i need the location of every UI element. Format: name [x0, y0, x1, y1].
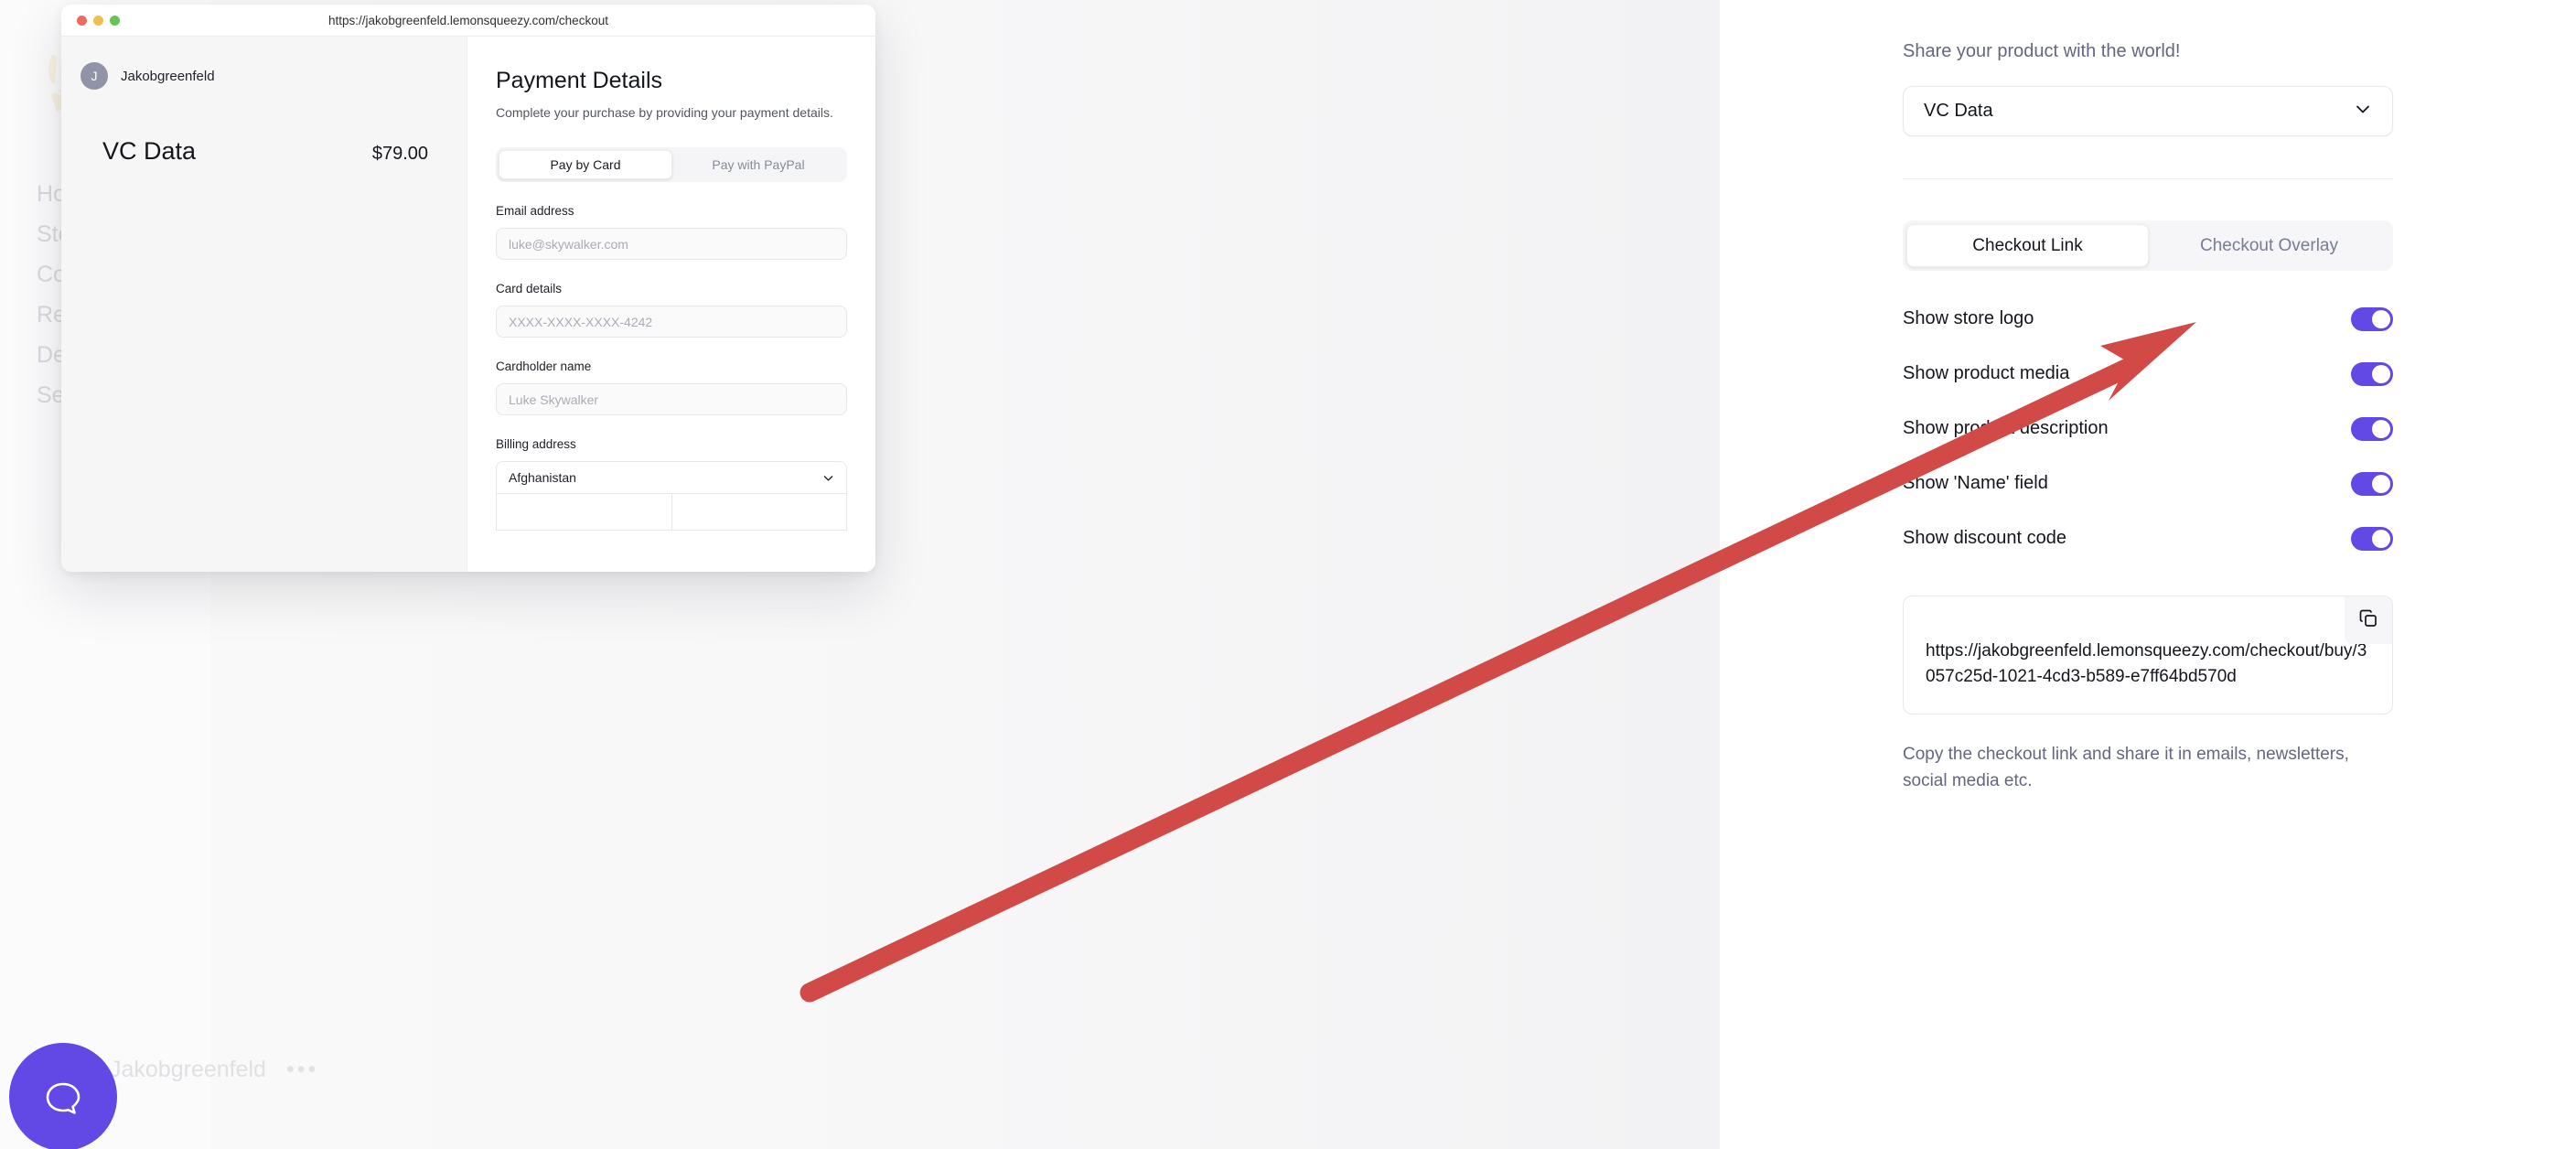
account-more-icon[interactable]: ••• [286, 1057, 318, 1083]
card-details-field-group: Card details XXXX-XXXX-XXXX-4242 [496, 282, 847, 338]
checkout-preview-window: https://jakobgreenfeld.lemonsqueezy.com/… [61, 5, 875, 572]
toggle-show-name-field[interactable] [2351, 471, 2393, 496]
tab-checkout-overlay[interactable]: Checkout Overlay [2149, 224, 2389, 267]
tab-checkout-link[interactable]: Checkout Link [1906, 224, 2149, 267]
share-mode-tabs: Checkout Link Checkout Overlay [1903, 220, 2393, 271]
page-subtitle: Complete your purchase by providing your… [496, 105, 833, 120]
product-name: VC Data [102, 137, 197, 165]
toggle-show-product-description[interactable] [2351, 416, 2393, 441]
card-details-label: Card details [496, 282, 563, 295]
payment-method-tabs: Pay by Card Pay with PayPal [496, 147, 847, 182]
toggle-show-discount-code[interactable] [2351, 526, 2393, 551]
toggle-knob [2372, 419, 2390, 438]
tab-pay-with-paypal[interactable]: Pay with PayPal [672, 150, 844, 179]
avatar: J [80, 62, 108, 90]
screen: Home Store Comm Repor Design Setup Jakob… [0, 0, 2576, 1149]
store-header: J Jakobgreenfeld [61, 37, 467, 90]
billing-address-line-input[interactable] [496, 494, 671, 531]
product-select[interactable]: VC Data [1903, 86, 2393, 136]
chat-bubble-icon [46, 1082, 80, 1114]
email-input[interactable]: luke@skywalker.com [496, 228, 847, 260]
share-panel-heading: Share your product with the world! [1903, 41, 2181, 61]
checkout-product-pane: J Jakobgreenfeld VC Data $79.00 [61, 37, 467, 572]
chevron-down-icon [2354, 100, 2372, 123]
toggle-knob [2372, 309, 2390, 328]
email-label: Email address [496, 204, 574, 218]
chevron-down-icon [822, 472, 834, 484]
checkout-payment-pane: Payment Details Complete your purchase b… [467, 37, 875, 572]
product-summary-row: VC Data $79.00 [61, 90, 467, 166]
checkout-link-box: https://jakobgreenfeld.lemonsqueezy.com/… [1903, 596, 2393, 714]
product-select-value: VC Data [1924, 101, 1993, 121]
share-panel-helper-text: Copy the checkout link and share it in e… [1903, 745, 2349, 790]
toggle-knob [2372, 529, 2390, 548]
option-label: Show 'Name' field [1903, 473, 2048, 493]
copy-icon [2357, 607, 2379, 634]
cardholder-name-field-group: Cardholder name Luke Skywalker [496, 360, 847, 415]
option-row-discount-code: Show discount code [1903, 518, 2393, 559]
share-panel: Share your product with the world! VC Da… [1720, 0, 2576, 1149]
tab-pay-by-card[interactable]: Pay by Card [499, 150, 672, 179]
checkout-link-url[interactable]: https://jakobgreenfeld.lemonsqueezy.com/… [1926, 639, 2370, 689]
option-row-name-field: Show 'Name' field [1903, 463, 2393, 504]
option-row-product-media: Show product media [1903, 353, 2393, 394]
checkout-body: J Jakobgreenfeld VC Data $79.00 Payment … [61, 37, 875, 572]
option-row-store-logo: Show store logo [1903, 298, 2393, 339]
help-widget-button[interactable] [9, 1043, 117, 1149]
card-details-input[interactable]: XXXX-XXXX-XXXX-4242 [496, 306, 847, 338]
option-label: Show discount code [1903, 528, 2067, 548]
country-select-value: Afghanistan [509, 470, 576, 485]
browser-titlebar: https://jakobgreenfeld.lemonsqueezy.com/… [61, 5, 875, 37]
store-name: Jakobgreenfeld [121, 68, 215, 84]
option-row-product-description: Show product description [1903, 408, 2393, 449]
cardholder-name-label: Cardholder name [496, 360, 592, 373]
toggle-show-product-media[interactable] [2351, 361, 2393, 386]
cardholder-name-input[interactable]: Luke Skywalker [496, 383, 847, 415]
option-label: Show store logo [1903, 308, 2034, 328]
billing-postcode-input[interactable] [671, 494, 847, 531]
divider [1903, 178, 2393, 179]
billing-address-split-fields [496, 494, 847, 531]
background-account-footer[interactable]: Jakobgreenfeld ••• [110, 1057, 494, 1083]
toggle-show-store-logo[interactable] [2351, 306, 2393, 331]
billing-address-group: Billing address Afghanistan [496, 437, 847, 531]
url-bar[interactable]: https://jakobgreenfeld.lemonsqueezy.com/… [61, 14, 875, 27]
page-title: Payment Details [496, 68, 663, 93]
product-price: $79.00 [371, 144, 428, 164]
option-label: Show product description [1903, 418, 2109, 438]
toggle-knob [2372, 474, 2390, 493]
email-field-group: Email address luke@skywalker.com [496, 204, 847, 260]
toggle-knob [2372, 364, 2390, 383]
account-name: Jakobgreenfeld [110, 1057, 266, 1082]
copy-link-button[interactable] [2345, 596, 2392, 644]
checkout-options-list: Show store logo Show product media Show … [1903, 298, 2393, 559]
billing-address-label: Billing address [496, 437, 576, 451]
country-select[interactable]: Afghanistan [496, 461, 847, 494]
option-label: Show product media [1903, 363, 2070, 383]
